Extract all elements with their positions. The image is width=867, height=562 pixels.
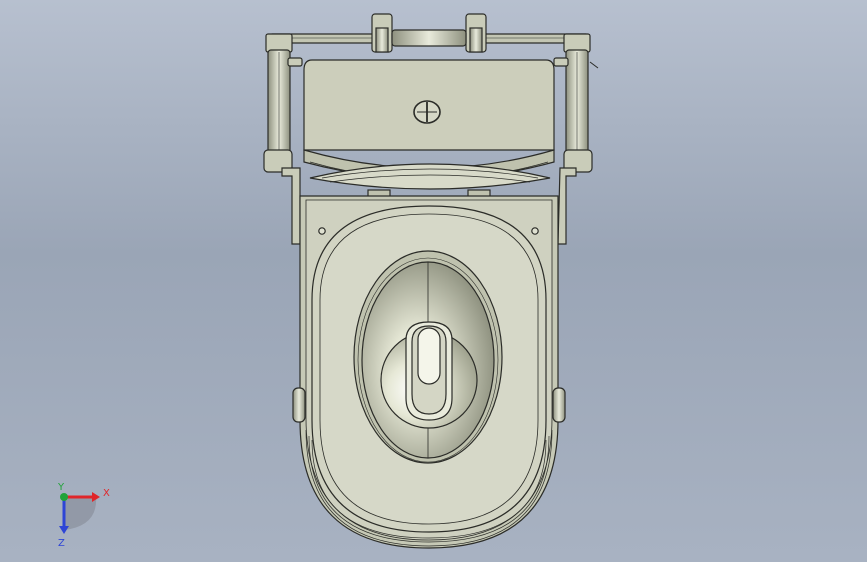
z-axis-label: Z: [58, 538, 65, 549]
coordinate-triad: X Y Z: [57, 482, 110, 549]
toilet-model: [263, 13, 599, 549]
x-axis-label: X: [103, 488, 110, 499]
right-side-knob: [552, 387, 566, 423]
left-side-knob: [292, 387, 306, 423]
triad-shadow: [64, 497, 97, 530]
model-canvas[interactable]: X Y Z: [0, 0, 867, 562]
left-support-arm: [281, 167, 301, 245]
y-axis-label: Y: [57, 482, 65, 493]
cad-graphics-viewport[interactable]: X Y Z: [0, 0, 867, 562]
hinge-bar-assembly: [269, 13, 589, 53]
right-damper-cylinder: [553, 33, 599, 173]
right-support-arm: [557, 167, 577, 245]
y-axis-point: [60, 493, 68, 501]
left-damper-cylinder: [263, 33, 303, 173]
center-mark-icon: [413, 100, 441, 124]
z-axis-arrowhead: [59, 526, 69, 534]
